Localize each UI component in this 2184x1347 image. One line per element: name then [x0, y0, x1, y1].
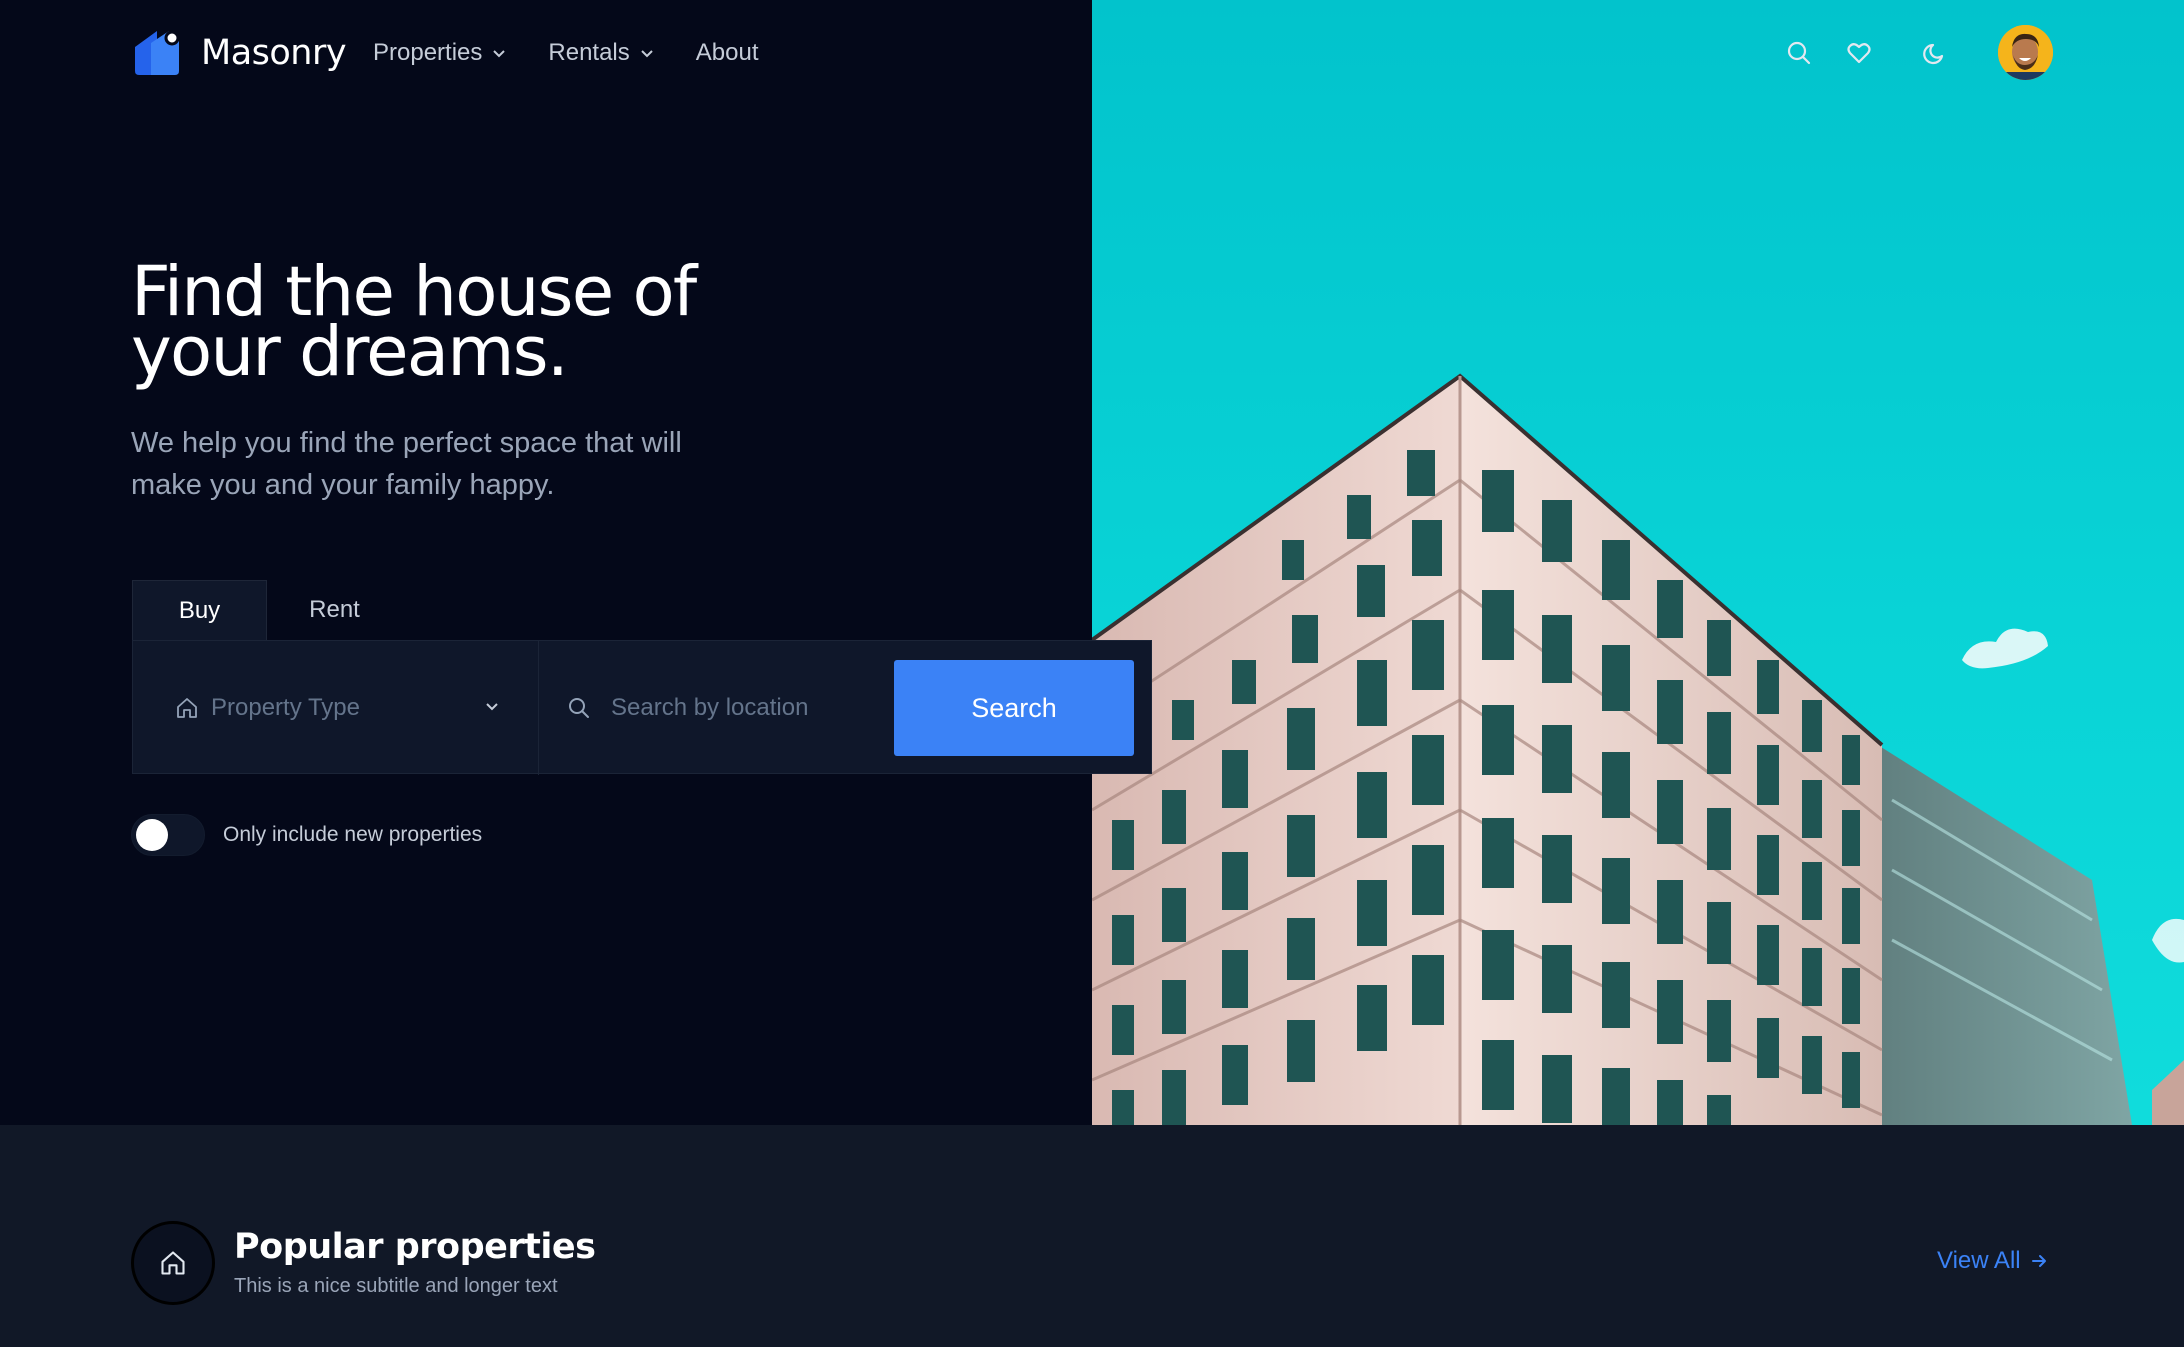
- favorites-button[interactable]: [1840, 34, 1878, 72]
- search-panel: Property Type Search: [132, 640, 1152, 775]
- arrow-right-icon: [2031, 1255, 2046, 1267]
- view-all-label: View All: [1937, 1247, 2021, 1274]
- avatar-image: [1998, 25, 2053, 80]
- hero-subtitle: We help you find the perfect space that …: [131, 427, 682, 501]
- nav-item-properties[interactable]: Properties: [373, 34, 508, 72]
- tab-rent[interactable]: Rent: [267, 580, 402, 640]
- chevron-down-icon: [641, 50, 653, 58]
- section-icon-badge: [131, 1221, 215, 1305]
- hero-building-image: [1092, 0, 2184, 1125]
- new-properties-label: Only include new properties: [223, 823, 483, 846]
- home-icon: [161, 1251, 185, 1275]
- nav-item-about[interactable]: About: [696, 34, 759, 72]
- tab-buy[interactable]: Buy: [132, 580, 267, 640]
- popular-properties-section: Popular properties This is a nice subtit…: [0, 1125, 2184, 1347]
- heart-icon: [1847, 43, 1871, 64]
- chevron-down-icon: [493, 50, 506, 58]
- hero-headline: Find the house of your dreams.: [131, 258, 851, 387]
- chevron-down-icon: [486, 703, 498, 711]
- search-button[interactable]: Search: [894, 660, 1134, 756]
- search-icon: [569, 698, 589, 718]
- navbar: Masonry Properties Rentals About: [0, 0, 2184, 106]
- section-subtitle: This is a nice subtitle and longer text: [234, 1275, 558, 1297]
- nav-item-label: Properties: [373, 39, 483, 66]
- search-icon: [1787, 41, 1811, 65]
- nav-item-rentals[interactable]: Rentals: [548, 34, 655, 72]
- brand-logo[interactable]: Masonry: [131, 27, 347, 79]
- headline-line-2: your dreams.: [131, 312, 569, 392]
- theme-toggle-button[interactable]: [1916, 34, 1954, 72]
- property-type-select[interactable]: Property Type: [133, 641, 539, 775]
- house-logo-icon: [135, 30, 180, 75]
- hero-section: Masonry Properties Rentals About Find th…: [0, 0, 2184, 1125]
- view-all-link[interactable]: View All: [1937, 1247, 2049, 1275]
- property-type-placeholder: Property Type: [211, 694, 360, 721]
- brand-name: Masonry: [201, 33, 347, 73]
- nav-links: Properties Rentals About: [373, 34, 798, 72]
- nav-item-label: About: [695, 39, 759, 66]
- new-properties-filter: Only include new properties: [131, 814, 482, 856]
- moon-icon: [1923, 43, 1944, 65]
- nav-item-label: Rentals: [548, 39, 630, 66]
- search-button[interactable]: [1780, 34, 1818, 72]
- location-search-input[interactable]: [611, 694, 881, 722]
- toggle-knob: [136, 819, 168, 851]
- search-tabs: Buy Rent: [132, 580, 402, 640]
- home-icon: [177, 698, 197, 718]
- user-avatar[interactable]: [1998, 25, 2053, 80]
- location-field: [539, 641, 889, 775]
- section-title: Popular properties: [234, 1227, 596, 1267]
- new-properties-toggle[interactable]: [131, 814, 205, 856]
